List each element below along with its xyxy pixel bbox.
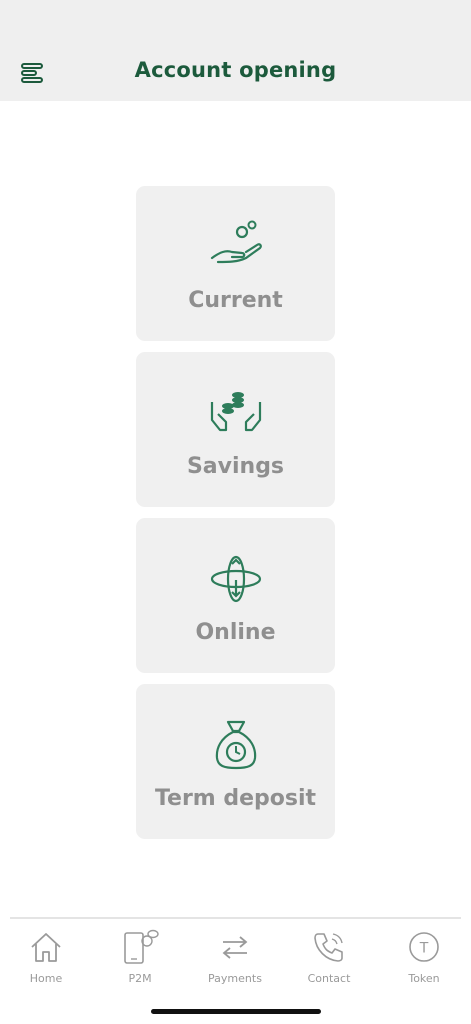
tab-p2m[interactable]: P2M xyxy=(100,928,180,990)
account-card-label: Current xyxy=(188,288,283,313)
tab-home[interactable]: Home xyxy=(6,928,86,990)
top-app-bar: Account opening xyxy=(0,0,471,101)
tab-label: P2M xyxy=(128,972,152,985)
phone-chat-icon xyxy=(124,929,159,964)
tab-contact[interactable]: Contact xyxy=(289,928,369,990)
phone-call-icon xyxy=(314,933,343,962)
tab-label: Home xyxy=(29,972,63,985)
tab-bar-divider xyxy=(10,917,461,919)
hand-coin-icon xyxy=(210,220,262,264)
account-card-label: Savings xyxy=(186,454,285,479)
account-card-label: Online xyxy=(195,620,276,645)
tab-token[interactable]: T Token xyxy=(384,928,464,990)
tab-label: Token xyxy=(408,972,440,985)
token-icon: T xyxy=(409,932,439,962)
transfer-arrows-icon xyxy=(222,936,248,959)
account-card-savings[interactable]: Savings xyxy=(136,352,335,507)
account-card-online[interactable]: Online xyxy=(136,518,335,673)
globe-rotate-icon xyxy=(210,555,261,603)
home-icon xyxy=(31,933,61,962)
account-card-label: Term deposit xyxy=(154,786,317,811)
account-card-term-deposit[interactable]: Term deposit xyxy=(136,684,335,839)
money-bag-clock-icon xyxy=(215,720,256,770)
hands-coins-icon xyxy=(210,392,261,432)
account-card-current[interactable]: Current xyxy=(136,186,335,341)
tab-payments[interactable]: Payments xyxy=(195,928,275,990)
tab-label: Contact xyxy=(307,972,351,985)
page-title: Account opening xyxy=(134,58,337,82)
home-indicator[interactable] xyxy=(151,1009,321,1014)
token-icon-letter: T xyxy=(419,941,429,957)
tab-label: Payments xyxy=(208,972,262,985)
